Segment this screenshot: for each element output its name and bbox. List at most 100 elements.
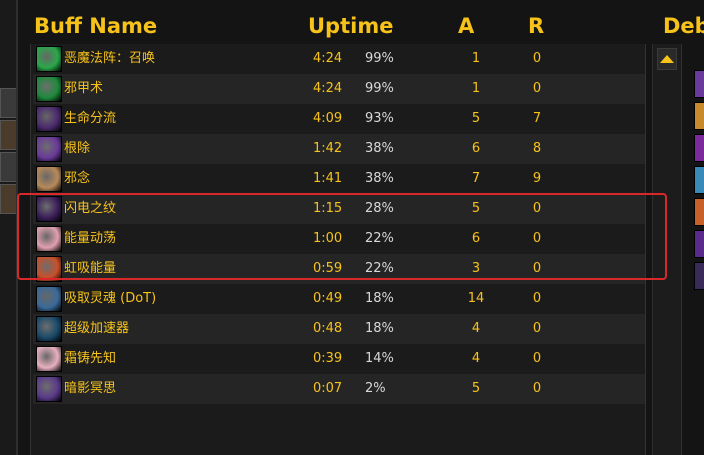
table-row[interactable]: 根除 1:42 38% 6 8 [33, 134, 645, 164]
refreshes-count: 0 [532, 291, 542, 306]
uptime-duration: 4:09 [313, 111, 343, 126]
table-header: Buff Name Uptime A R Deb [18, 0, 704, 44]
column-header-refreshes[interactable]: R [528, 12, 544, 40]
table-row[interactable]: 闪电之纹 1:15 28% 5 0 [33, 194, 645, 224]
left-side-panel [0, 0, 18, 455]
debuff-icon [694, 230, 704, 258]
fel-armor-icon [36, 76, 62, 102]
frostforged-sage-icon [36, 346, 62, 372]
buff-name: 邪甲术 [64, 81, 104, 96]
uptime-percent: 93% [365, 111, 394, 126]
siphon-energy-icon [36, 256, 62, 282]
table-row[interactable]: 能量动荡 1:00 22% 6 0 [33, 224, 645, 254]
uptime-duration: 0:39 [313, 351, 343, 366]
panel-divider [16, 0, 18, 455]
uptime-duration: 0:48 [313, 321, 343, 336]
buff-name: 能量动荡 [64, 231, 117, 246]
refreshes-count: 0 [532, 201, 542, 216]
table-row[interactable]: 暗影冥思 0:07 2% 5 0 [33, 374, 645, 404]
uptime-percent: 18% [365, 321, 394, 336]
refreshes-count: 0 [532, 351, 542, 366]
applications-count: 4 [471, 321, 481, 336]
uptime-percent: 22% [365, 231, 394, 246]
energy-surge-icon [36, 226, 62, 252]
buff-name: 超级加速器 [64, 321, 130, 336]
uptime-duration: 4:24 [313, 51, 343, 66]
applications-count: 1 [471, 81, 481, 96]
uptime-duration: 1:41 [313, 171, 343, 186]
table-row[interactable]: 邪甲术 4:24 99% 1 0 [33, 74, 645, 104]
drain-soul-icon [36, 286, 62, 312]
column-header-debuff-name[interactable]: Deb [663, 12, 704, 40]
scroll-up-button[interactable] [657, 48, 677, 70]
applications-count: 5 [471, 381, 481, 396]
applications-count: 6 [471, 231, 481, 246]
shadow-trance-icon [36, 376, 62, 402]
refreshes-count: 0 [532, 51, 542, 66]
malefic-icon [36, 166, 62, 192]
buff-name: 生命分流 [64, 111, 117, 126]
refreshes-count: 0 [532, 381, 542, 396]
table-row[interactable]: 生命分流 4:09 93% 5 7 [33, 104, 645, 134]
uptime-duration: 1:42 [313, 141, 343, 156]
eradication-icon [36, 136, 62, 162]
arrow-up-icon [660, 55, 674, 63]
refreshes-count: 0 [532, 261, 542, 276]
applications-count: 5 [471, 111, 481, 126]
uptime-percent: 14% [365, 351, 394, 366]
applications-count: 4 [471, 351, 481, 366]
refreshes-count: 9 [532, 171, 542, 186]
uptime-percent: 99% [365, 81, 394, 96]
applications-count: 14 [467, 291, 485, 306]
buff-name: 邪念 [64, 171, 91, 186]
applications-count: 1 [471, 51, 481, 66]
uptime-percent: 38% [365, 141, 394, 156]
debuff-icon [694, 102, 704, 130]
debuff-icon [694, 134, 704, 162]
uptime-percent: 2% [365, 381, 386, 396]
buff-table: 恶魔法阵：召唤 4:24 99% 1 0 邪甲术 4:24 99% 1 0 生命分流 4:09 93% 5… [30, 44, 646, 455]
buff-name: 闪电之纹 [64, 201, 117, 216]
debuff-icon [694, 166, 704, 194]
debuff-icon [694, 262, 704, 290]
buff-name: 暗影冥思 [64, 381, 117, 396]
refreshes-count: 7 [532, 111, 542, 126]
demonic-circle-icon [36, 46, 62, 72]
buff-name: 恶魔法阵：召唤 [64, 51, 156, 66]
uptime-duration: 0:59 [313, 261, 343, 276]
column-header-applications[interactable]: A [458, 12, 474, 40]
debuff-icon [694, 70, 704, 98]
buff-name: 根除 [64, 141, 91, 156]
applications-count: 7 [471, 171, 481, 186]
debuff-icon [694, 198, 704, 226]
hyperspeed-accelerator-icon [36, 316, 62, 342]
uptime-percent: 22% [365, 261, 394, 276]
column-header-uptime[interactable]: Uptime [308, 12, 393, 40]
uptime-duration: 1:15 [313, 201, 343, 216]
refreshes-count: 8 [532, 141, 542, 156]
buff-name: 吸取灵魂 (DoT) [64, 291, 157, 306]
scrollbar[interactable] [652, 44, 682, 455]
uptime-duration: 0:49 [313, 291, 343, 306]
table-row[interactable]: 吸取灵魂 (DoT) 0:49 18% 14 0 [33, 284, 645, 314]
applications-count: 3 [471, 261, 481, 276]
uptime-percent: 28% [365, 201, 394, 216]
life-tap-icon [36, 106, 62, 132]
uptime-duration: 1:00 [313, 231, 343, 246]
lightning-pattern-icon [36, 196, 62, 222]
refreshes-count: 0 [532, 81, 542, 96]
table-row[interactable]: 恶魔法阵：召唤 4:24 99% 1 0 [33, 44, 645, 74]
column-header-buff-name[interactable]: Buff Name [34, 12, 157, 40]
uptime-duration: 4:24 [313, 81, 343, 96]
buff-name: 虹吸能量 [64, 261, 117, 276]
buff-name: 霜铸先知 [64, 351, 117, 366]
table-row[interactable]: 霜铸先知 0:39 14% 4 0 [33, 344, 645, 374]
table-row[interactable]: 邪念 1:41 38% 7 9 [33, 164, 645, 194]
refreshes-count: 0 [532, 231, 542, 246]
uptime-percent: 38% [365, 171, 394, 186]
table-row[interactable]: 虹吸能量 0:59 22% 3 0 [33, 254, 645, 284]
table-row[interactable]: 超级加速器 0:48 18% 4 0 [33, 314, 645, 344]
uptime-percent: 18% [365, 291, 394, 306]
uptime-percent: 99% [365, 51, 394, 66]
refreshes-count: 0 [532, 321, 542, 336]
